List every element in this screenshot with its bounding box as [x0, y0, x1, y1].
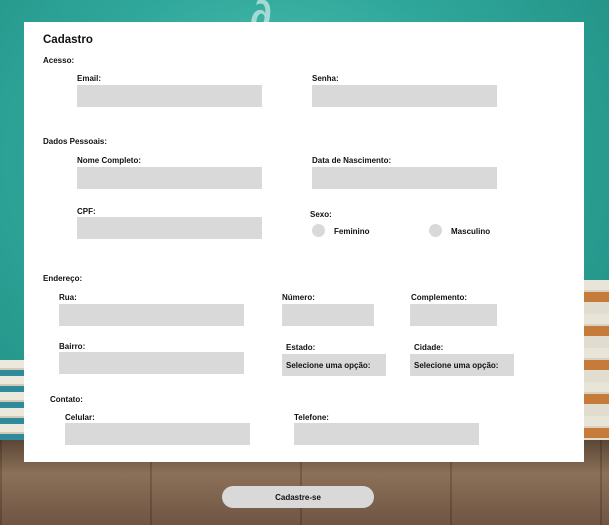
nome-completo-field[interactable]	[77, 167, 262, 189]
data-nascimento-label: Data de Nascimento:	[312, 156, 392, 165]
radio-masculino[interactable]	[429, 224, 442, 237]
section-endereco: Endereço:	[43, 274, 83, 283]
submit-button[interactable]: Cadastre-se	[222, 486, 374, 508]
bairro-field[interactable]	[59, 352, 244, 374]
senha-label: Senha:	[312, 74, 339, 83]
estado-label: Estado:	[286, 343, 316, 352]
telefone-field[interactable]	[294, 423, 479, 445]
complemento-label: Complemento:	[411, 293, 467, 302]
cidade-select[interactable]: Selecione uma opção:	[410, 354, 514, 376]
rua-label: Rua:	[59, 293, 77, 302]
senha-field[interactable]	[312, 85, 497, 107]
section-acesso: Acesso:	[43, 56, 75, 65]
section-contato: Contato:	[50, 395, 83, 404]
telefone-label: Telefone:	[294, 413, 329, 422]
registration-form: Cadastro Acesso: Email: Senha: Dados Pes…	[24, 22, 584, 462]
numero-field[interactable]	[282, 304, 374, 326]
numero-label: Número:	[282, 293, 315, 302]
data-nascimento-field[interactable]	[312, 167, 497, 189]
cidade-label: Cidade:	[414, 343, 444, 352]
form-title: Cadastro	[43, 34, 93, 46]
sexo-label: Sexo:	[310, 210, 332, 219]
radio-feminino-label: Feminino	[334, 227, 370, 236]
nome-completo-label: Nome Completo:	[77, 156, 141, 165]
section-dados-pessoais: Dados Pessoais:	[43, 137, 108, 146]
bairro-label: Bairro:	[59, 342, 86, 351]
celular-field[interactable]	[65, 423, 250, 445]
radio-feminino[interactable]	[312, 224, 325, 237]
celular-label: Celular:	[65, 413, 95, 422]
estado-select[interactable]: Selecione uma opção:	[282, 354, 386, 376]
radio-masculino-label: Masculino	[451, 227, 491, 236]
email-field[interactable]	[77, 85, 262, 107]
cpf-label: CPF:	[77, 207, 96, 216]
cpf-field[interactable]	[77, 217, 262, 239]
complemento-field[interactable]	[410, 304, 497, 326]
rua-field[interactable]	[59, 304, 244, 326]
email-label: Email:	[77, 74, 102, 83]
